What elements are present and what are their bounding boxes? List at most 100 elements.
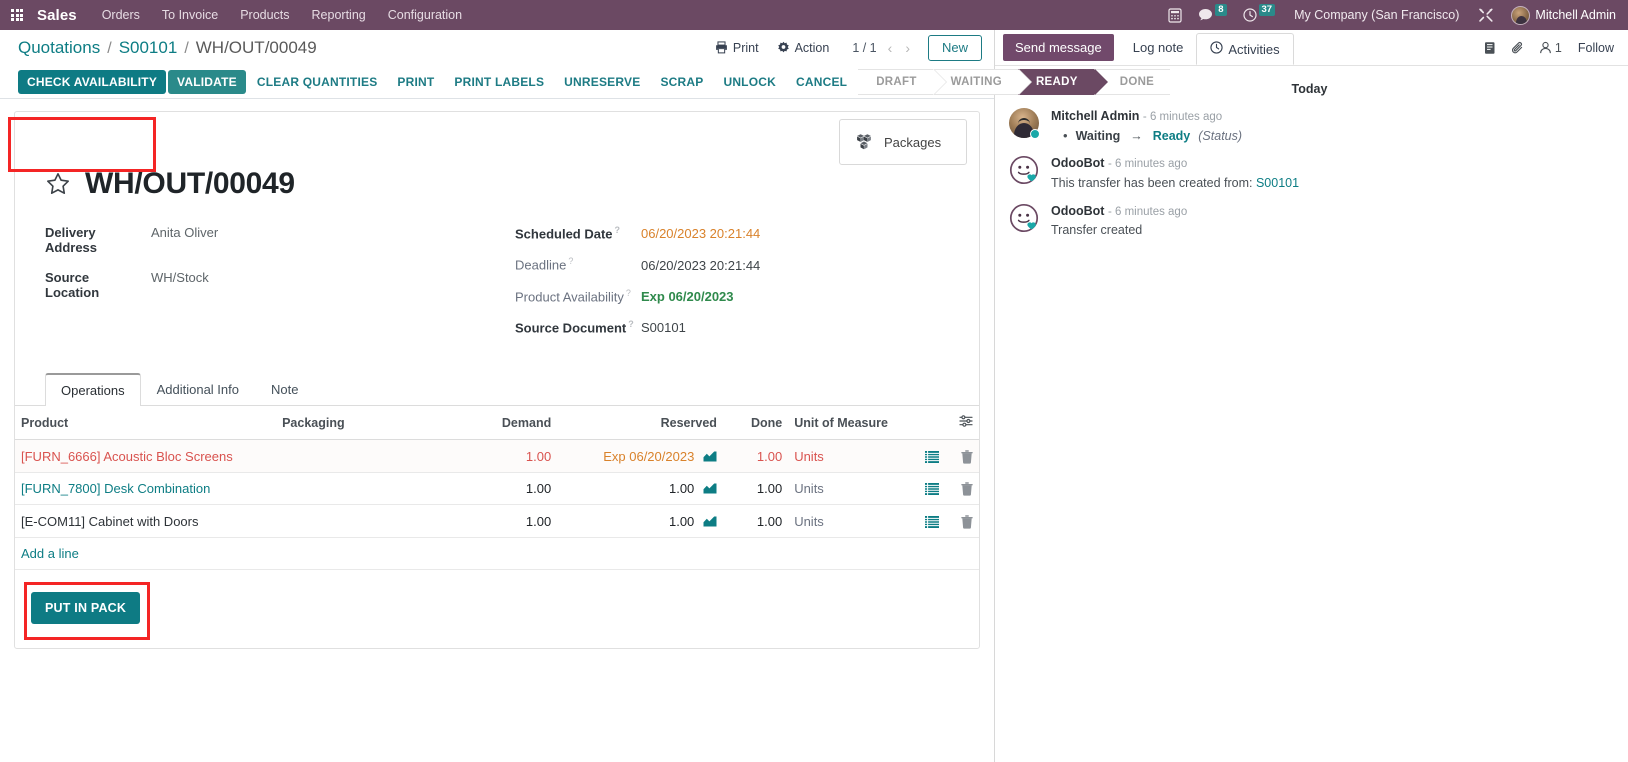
add-a-line-link[interactable]: Add a line (21, 546, 79, 561)
unreserve-button[interactable]: UNRESERVE (555, 70, 649, 94)
apps-grid-icon[interactable] (6, 4, 28, 26)
cell-reserved[interactable]: Exp 06/20/2023 (557, 439, 723, 473)
cell-unit-of-measure[interactable]: Units (788, 504, 919, 538)
cell-reserved[interactable]: 1.00 (557, 504, 723, 538)
cell-demand[interactable]: 1.00 (461, 472, 558, 506)
help-icon[interactable]: ? (615, 225, 621, 235)
forecast-report-icon[interactable] (703, 450, 717, 462)
cell-product[interactable]: [FURN_6666] Acoustic Bloc Screens (15, 439, 277, 473)
check-availability-button[interactable]: CHECK AVAILABILITY (18, 70, 167, 94)
trash-icon[interactable] (961, 515, 973, 529)
user-menu[interactable]: Mitchell Admin (1503, 5, 1620, 25)
follow-button[interactable]: Follow (1576, 41, 1614, 55)
followers-button[interactable]: 1 (1539, 41, 1562, 55)
help-icon[interactable]: ? (568, 256, 573, 266)
cell-done[interactable]: 1.00 (722, 472, 789, 506)
status-draft[interactable]: DRAFT (858, 69, 948, 95)
chevron-left-icon[interactable]: ‹ (886, 40, 895, 56)
action-button[interactable]: Action (768, 39, 839, 57)
help-icon[interactable]: ? (628, 319, 634, 329)
menu-to-invoice[interactable]: To Invoice (151, 0, 229, 30)
field-value-deadline[interactable]: 06/20/2023 20:21:44 (635, 258, 760, 273)
chatter-toolbar-right: 1 Follow (1483, 30, 1618, 65)
message-body: Transfer created (1051, 223, 1143, 238)
field-value-scheduled-date[interactable]: 06/20/2023 20:21:44 (635, 226, 760, 241)
scrap-button[interactable]: SCRAP (651, 70, 712, 94)
phone-keypad-icon[interactable] (1161, 7, 1189, 23)
cell-product[interactable]: [FURN_7800] Desk Combination (15, 472, 277, 506)
cell-done[interactable]: 1.00 (722, 504, 789, 538)
validate-button[interactable]: VALIDATE (168, 70, 246, 94)
avatar[interactable] (1009, 155, 1039, 185)
field-value-product-availability[interactable]: Exp 06/20/2023 (635, 289, 734, 304)
print-button[interactable]: Print (706, 39, 768, 57)
breadcrumb-item-s00101[interactable]: S00101 (119, 38, 178, 58)
paperclip-icon[interactable] (1511, 41, 1525, 55)
cell-demand[interactable]: 1.00 (461, 504, 558, 538)
field-value-delivery-address[interactable]: Anita Oliver (145, 225, 218, 240)
tracking-old-value: Waiting (1075, 128, 1121, 143)
print-action-button[interactable]: PRINT (388, 70, 443, 94)
trash-icon[interactable] (961, 450, 973, 464)
breadcrumb: Quotations / S00101 / WH/OUT/00049 (10, 38, 317, 58)
app-brand-sales[interactable]: Sales (32, 7, 91, 24)
breadcrumb-item-quotations[interactable]: Quotations (18, 38, 100, 58)
menu-reporting[interactable]: Reporting (301, 0, 377, 30)
cell-packaging[interactable] (276, 439, 462, 473)
avatar[interactable] (1009, 108, 1040, 139)
chevron-right-icon[interactable]: › (903, 40, 912, 56)
column-header-demand: Demand (461, 406, 558, 441)
company-switcher[interactable]: My Company (San Francisco) (1284, 8, 1469, 22)
cell-product[interactable]: [E-COM11] Cabinet with Doors (15, 504, 277, 538)
message-link-s00101[interactable]: S00101 (1256, 176, 1299, 190)
cancel-button[interactable]: CANCEL (787, 70, 856, 94)
column-settings-icon[interactable] (959, 415, 973, 430)
line-details-icon[interactable] (925, 516, 940, 528)
help-icon[interactable]: ? (626, 288, 631, 298)
messages-icon[interactable]: 8 (1191, 3, 1233, 22)
cell-done[interactable]: 1.00 (722, 439, 789, 473)
table-row[interactable]: [FURN_6666] Acoustic Bloc Screens 1.00 E… (15, 439, 979, 473)
put-in-pack-zone: PUT IN PACK (15, 570, 979, 648)
avatar[interactable] (1009, 203, 1039, 233)
form-header: WH/OUT/00049 (15, 165, 979, 201)
activities-button[interactable]: Activities (1196, 33, 1294, 65)
trash-icon[interactable] (961, 482, 973, 497)
tab-note[interactable]: Note (255, 373, 314, 406)
cell-demand[interactable]: 1.00 (461, 439, 558, 473)
activities-clock-icon[interactable]: 37 (1236, 3, 1283, 22)
send-message-button[interactable]: Send message (1003, 34, 1114, 61)
field-value-source-location[interactable]: WH/Stock (145, 270, 209, 285)
packages-smart-button[interactable]: Packages (839, 119, 967, 165)
forecast-report-icon[interactable] (703, 515, 717, 527)
field-value-source-document[interactable]: S00101 (635, 320, 686, 335)
table-row[interactable]: [FURN_7800] Desk Combination 1.00 1.00 1… (15, 472, 979, 506)
new-button[interactable]: New (927, 34, 982, 62)
table-row[interactable]: [E-COM11] Cabinet with Doors 1.00 1.00 1… (15, 504, 979, 538)
message-author: OdooBot (1051, 156, 1105, 171)
print-labels-button[interactable]: PRINT LABELS (445, 70, 553, 94)
log-note-button[interactable]: Log note (1120, 30, 1197, 65)
document-icon[interactable] (1483, 41, 1497, 55)
menu-products[interactable]: Products (229, 0, 300, 30)
tab-operations[interactable]: Operations (45, 373, 141, 407)
menu-orders[interactable]: Orders (91, 0, 151, 30)
cell-packaging[interactable] (276, 472, 462, 506)
tab-additional-info[interactable]: Additional Info (141, 373, 255, 406)
forecast-report-icon[interactable] (703, 482, 717, 494)
line-details-icon[interactable] (925, 450, 940, 463)
line-details-icon[interactable] (925, 483, 940, 496)
put-in-pack-button[interactable]: PUT IN PACK (31, 592, 141, 624)
clear-quantities-button[interactable]: CLEAR QUANTITIES (248, 70, 387, 94)
cell-row-actions (918, 472, 979, 506)
menu-configuration[interactable]: Configuration (377, 0, 473, 30)
tools-wrench-icon[interactable] (1471, 7, 1501, 23)
cell-packaging[interactable] (276, 504, 462, 538)
add-line-row[interactable]: Add a line (15, 537, 979, 570)
unlock-button[interactable]: UNLOCK (714, 70, 785, 94)
cell-unit-of-measure[interactable]: Units (788, 439, 919, 473)
cell-reserved[interactable]: 1.00 (557, 472, 723, 506)
cell-unit-of-measure[interactable]: Units (788, 472, 919, 506)
column-header-done: Done (722, 406, 789, 441)
star-favorite-icon[interactable] (45, 171, 71, 197)
